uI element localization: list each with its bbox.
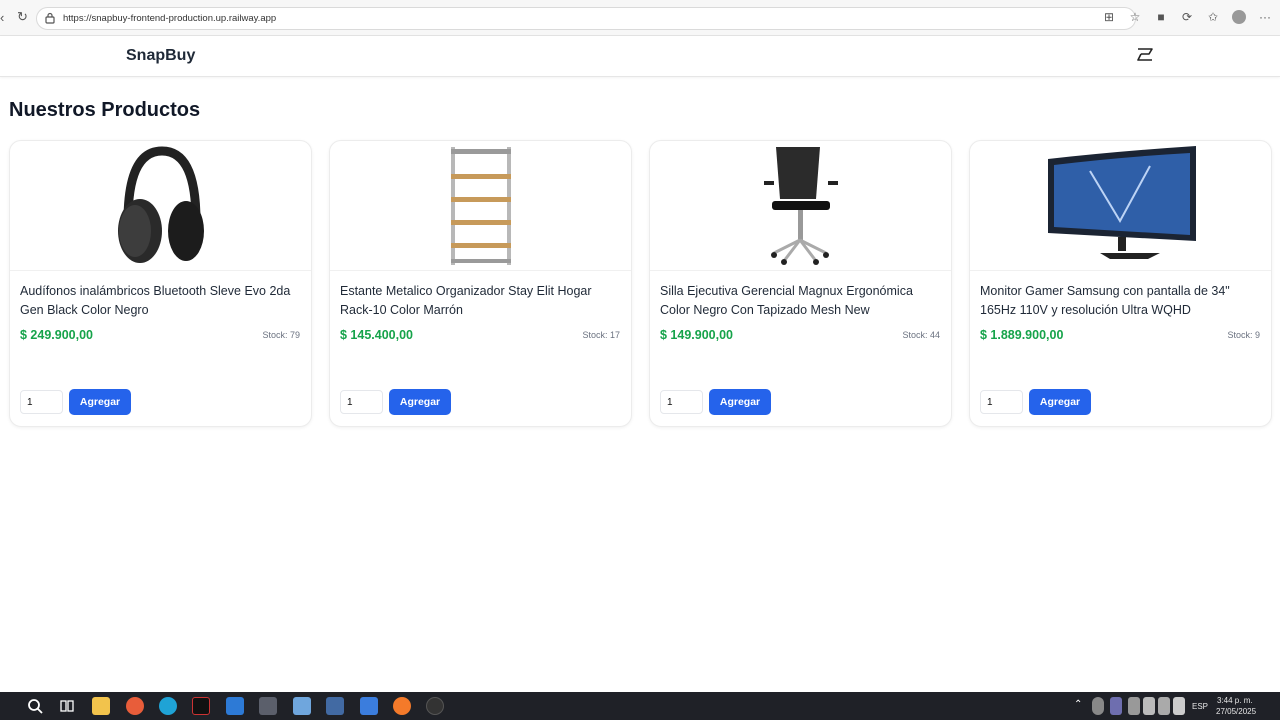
postman-icon[interactable] [393, 697, 411, 715]
product-stock: Stock: 79 [262, 330, 300, 340]
obs-icon[interactable] [426, 697, 444, 715]
headphones-icon [118, 146, 204, 263]
address-bar[interactable]: https://snapbuy-frontend-production.up.r… [36, 7, 1136, 30]
terminal-icon[interactable] [259, 697, 277, 715]
wifi-icon[interactable] [1158, 697, 1170, 715]
task-view-icon[interactable] [58, 697, 76, 715]
back-icon[interactable]: ‹ [0, 10, 4, 25]
product-grid: Audífonos inalámbricos Bluetooth Sleve E… [9, 140, 1280, 430]
refresh-sync-icon[interactable]: ⟳ [1180, 10, 1194, 24]
add-to-cart-button[interactable]: Agregar [389, 389, 451, 415]
vscode-icon[interactable] [226, 697, 244, 715]
security-icon[interactable] [293, 697, 311, 715]
product-name[interactable]: Silla Ejecutiva Gerencial Magnux Ergonóm… [660, 282, 945, 320]
search-icon[interactable] [26, 697, 44, 715]
cart-icon[interactable] [1134, 44, 1156, 66]
taskbar: ⌃ ESP 3:44 p. m. 27/05/2025 [0, 692, 1280, 720]
tray-icon[interactable] [1128, 697, 1140, 715]
file-explorer-icon[interactable] [92, 697, 110, 715]
add-to-cart-button[interactable]: Agregar [69, 389, 131, 415]
maps-icon[interactable] [360, 697, 378, 715]
product-name[interactable]: Estante Metalico Organizador Stay Elit H… [340, 282, 625, 320]
brand-logo[interactable]: SnapBuy [126, 47, 195, 65]
volume-icon[interactable] [1173, 697, 1185, 715]
product-price: $ 249.900,00 [20, 328, 93, 342]
chrome-icon[interactable] [126, 697, 144, 715]
reload-icon[interactable]: ↻ [17, 9, 28, 25]
favorites-icon[interactable]: ✩ [1206, 10, 1220, 24]
clock-date[interactable]: 27/05/2025 [1216, 707, 1256, 716]
quantity-input[interactable] [340, 390, 383, 414]
product-card: Estante Metalico Organizador Stay Elit H… [329, 140, 632, 427]
quantity-input[interactable] [20, 390, 63, 414]
product-card: Silla Ejecutiva Gerencial Magnux Ergonóm… [649, 140, 952, 427]
product-name[interactable]: Audífonos inalámbricos Bluetooth Sleve E… [20, 282, 305, 320]
lock-icon [45, 12, 55, 24]
pen-icon[interactable] [1110, 697, 1122, 715]
network-icon[interactable] [1143, 697, 1155, 715]
product-card: Monitor Gamer Samsung con pantalla de 34… [969, 140, 1272, 427]
app-header: SnapBuy [0, 36, 1280, 77]
product-stock: Stock: 44 [902, 330, 940, 340]
more-menu-icon[interactable]: ··· [1258, 10, 1272, 24]
microphone-icon[interactable] [1092, 697, 1104, 715]
product-price: $ 1.889.900,00 [980, 328, 1064, 342]
quantity-input[interactable] [660, 390, 703, 414]
product-price: $ 145.400,00 [340, 328, 413, 342]
product-image [970, 141, 1271, 271]
office-chair-icon [764, 147, 838, 265]
product-stock: Stock: 17 [582, 330, 620, 340]
jetbrains-icon[interactable] [192, 697, 210, 715]
url-text: https://snapbuy-frontend-production.up.r… [63, 13, 277, 24]
product-image [650, 141, 951, 271]
quantity-input[interactable] [980, 390, 1023, 414]
profile-avatar-icon[interactable] [1232, 10, 1246, 24]
add-to-cart-button[interactable]: Agregar [1029, 389, 1091, 415]
product-card: Audífonos inalámbricos Bluetooth Sleve E… [9, 140, 312, 427]
product-price: $ 149.900,00 [660, 328, 733, 342]
extensions-icon[interactable]: ■ [1154, 10, 1168, 24]
page-title: Nuestros Productos [9, 99, 201, 121]
browser-toolbar: ‹ ↻ https://snapbuy-frontend-production.… [0, 0, 1280, 36]
chevron-up-icon[interactable]: ⌃ [1074, 699, 1086, 717]
monitor-icon [1048, 146, 1196, 259]
language-indicator[interactable]: ESP [1192, 702, 1208, 711]
add-to-cart-button[interactable]: Agregar [709, 389, 771, 415]
split-screen-icon[interactable]: ⊞ [1102, 10, 1116, 24]
database-icon[interactable] [326, 697, 344, 715]
favorite-star-icon[interactable]: ☆ [1128, 10, 1142, 24]
clock-time[interactable]: 3:44 p. m. [1217, 696, 1253, 705]
product-name[interactable]: Monitor Gamer Samsung con pantalla de 34… [980, 282, 1265, 320]
product-image [10, 141, 311, 271]
product-image [330, 141, 631, 271]
shelf-icon [451, 147, 511, 265]
edge-icon[interactable] [159, 697, 177, 715]
product-stock: Stock: 9 [1227, 330, 1260, 340]
